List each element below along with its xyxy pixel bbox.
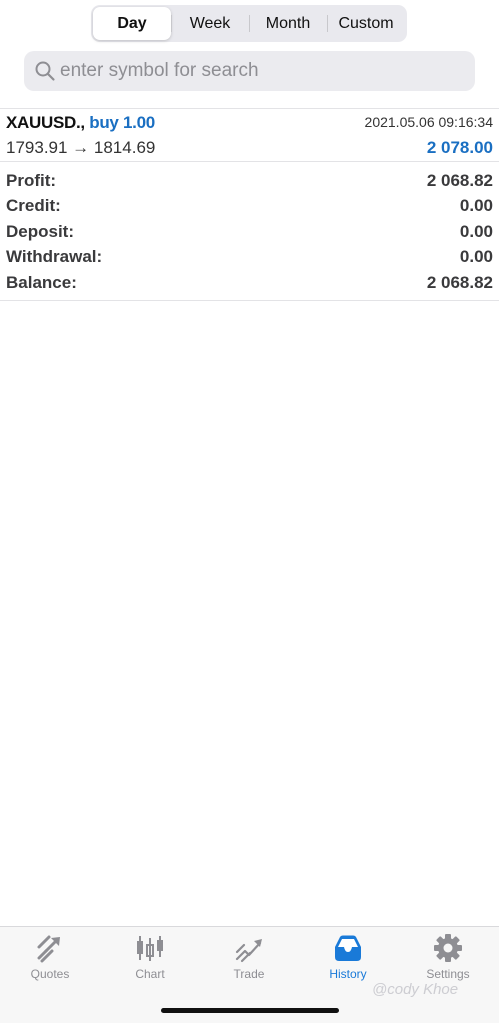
chart-icon	[137, 936, 163, 961]
tab-label: Settings	[426, 967, 470, 981]
summary-label: Withdrawal:	[6, 247, 103, 267]
watermark: @cody Khoe	[372, 981, 459, 998]
tab-quotes[interactable]: Quotes	[10, 933, 90, 993]
summary-label: Credit:	[6, 196, 61, 216]
period-segmented-control: Day Week Month Custom	[91, 5, 407, 42]
deal-type: buy 1.00	[89, 113, 155, 132]
deal-time: 2021.05.06 09:16:34	[364, 114, 493, 130]
home-indicator[interactable]	[161, 1008, 339, 1013]
deal-prices: 1793.91 → 1814.69	[6, 138, 156, 157]
summary-value: 0.00	[459, 247, 493, 267]
segment-custom[interactable]: Custom	[327, 7, 405, 40]
summary-value: 2 068.82	[426, 272, 493, 292]
segment-day[interactable]: Day	[93, 7, 171, 40]
divider	[0, 300, 499, 301]
deal-row[interactable]: XAUUSD., buy 1.00 2021.05.06 09:16:34 17…	[6, 110, 493, 160]
summary-value: 2 068.82	[426, 170, 493, 190]
summary-label: Profit:	[6, 170, 57, 190]
divider	[0, 108, 499, 109]
summary-row-withdrawal: Withdrawal: 0.00	[6, 245, 493, 271]
divider	[0, 161, 499, 162]
segment-week[interactable]: Week	[171, 7, 249, 40]
deal-title: XAUUSD., buy 1.00	[6, 113, 155, 133]
summary-value: 0.00	[459, 221, 493, 241]
tab-chart[interactable]: Chart	[110, 933, 190, 993]
summary-row-deposit: Deposit: 0.00	[6, 219, 493, 245]
tab-label: Chart	[135, 967, 165, 981]
summary-label: Balance:	[6, 272, 77, 292]
search-input[interactable]	[60, 60, 440, 82]
quotes-icon	[37, 935, 60, 963]
summary: Profit: 2 068.82 Credit: 0.00 Deposit: 0…	[6, 168, 493, 296]
gear-icon	[434, 934, 462, 962]
deal-symbol: XAUUSD.,	[6, 113, 90, 132]
search-icon	[35, 61, 55, 81]
inbox-icon	[335, 935, 361, 961]
history-screen: Day Week Month Custom XAUUSD., buy 1.00 …	[0, 0, 499, 1023]
summary-row-balance: Balance: 2 068.82	[6, 270, 493, 296]
tab-label: Quotes	[30, 967, 70, 981]
summary-row-credit: Credit: 0.00	[6, 194, 493, 220]
trade-icon	[235, 939, 262, 963]
segment-month[interactable]: Month	[249, 7, 327, 40]
deal-profit: 2 078.00	[426, 138, 493, 157]
tab-trade[interactable]: Trade	[209, 933, 289, 993]
summary-label: Deposit:	[6, 221, 74, 241]
search-bar[interactable]	[24, 51, 475, 91]
summary-row-profit: Profit: 2 068.82	[6, 168, 493, 194]
summary-value: 0.00	[459, 196, 493, 216]
tab-label: History	[329, 967, 367, 981]
tab-label: Trade	[233, 967, 265, 981]
